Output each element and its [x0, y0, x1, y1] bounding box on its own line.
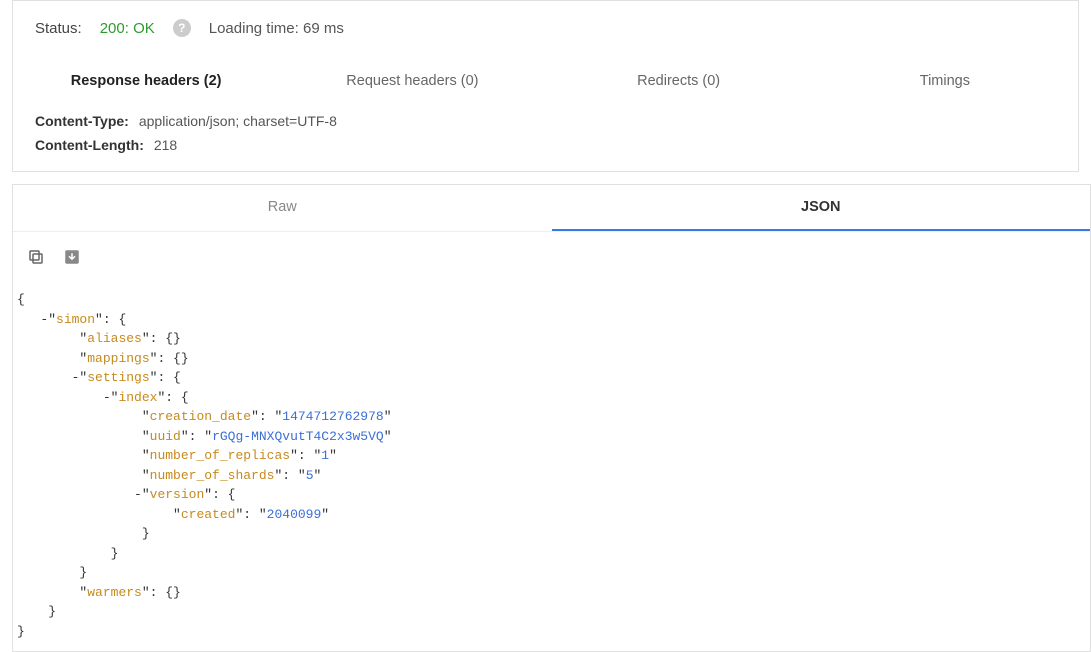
json-toolbar	[13, 232, 1090, 268]
json-key: creation_date	[150, 409, 251, 424]
json-key: version	[150, 487, 205, 502]
header-value: application/json; charset=UTF-8	[139, 113, 337, 129]
header-key: Content-Type:	[35, 113, 129, 129]
json-key: index	[118, 390, 157, 405]
json-value: 1474712762978	[282, 409, 383, 424]
json-key: number_of_replicas	[150, 448, 290, 463]
header-value: 218	[154, 137, 177, 153]
download-icon[interactable]	[61, 246, 83, 268]
status-row: Status: 200: OK ? Loading time: 69 ms	[13, 1, 1078, 47]
collapse-toggle-icon[interactable]: -	[103, 390, 111, 405]
tab-json[interactable]: JSON	[552, 185, 1091, 231]
copy-icon[interactable]	[25, 246, 47, 268]
json-key: mappings	[87, 351, 149, 366]
json-key: simon	[56, 312, 95, 327]
tab-response-headers[interactable]: Response headers (2)	[13, 67, 279, 95]
json-key: warmers	[87, 585, 142, 600]
header-row: Content-Type: application/json; charset=…	[35, 109, 1056, 133]
json-key: aliases	[87, 331, 142, 346]
tab-request-headers[interactable]: Request headers (0)	[279, 67, 545, 95]
json-value: 5	[306, 468, 314, 483]
help-icon[interactable]: ?	[173, 19, 191, 37]
body-tabs: Raw JSON	[13, 185, 1090, 232]
header-row: Content-Length: 218	[35, 133, 1056, 157]
json-value: 1	[321, 448, 329, 463]
response-body-panel: Raw JSON { -"simon": { "aliases": {} "ma…	[12, 184, 1091, 652]
json-key: settings	[87, 370, 149, 385]
response-headers-list: Content-Type: application/json; charset=…	[13, 105, 1078, 171]
header-tabs: Response headers (2) Request headers (0)…	[13, 47, 1078, 105]
json-key: number_of_shards	[150, 468, 275, 483]
json-tree[interactable]: { -"simon": { "aliases": {} "mappings": …	[13, 268, 1090, 651]
header-key: Content-Length:	[35, 137, 144, 153]
status-label: Status:	[35, 20, 82, 37]
json-value: 2040099	[267, 507, 322, 522]
response-info-panel: Status: 200: OK ? Loading time: 69 ms Re…	[12, 0, 1079, 172]
json-value: rGQg-MNXQvutT4C2x3w5VQ	[212, 429, 384, 444]
json-key: uuid	[150, 429, 181, 444]
tab-raw[interactable]: Raw	[13, 185, 552, 231]
json-key: created	[181, 507, 236, 522]
tab-redirects[interactable]: Redirects (0)	[546, 67, 812, 95]
status-code: 200: OK	[100, 20, 155, 37]
loading-time: Loading time: 69 ms	[209, 20, 344, 37]
tab-timings[interactable]: Timings	[812, 67, 1078, 95]
collapse-toggle-icon[interactable]: -	[134, 487, 142, 502]
